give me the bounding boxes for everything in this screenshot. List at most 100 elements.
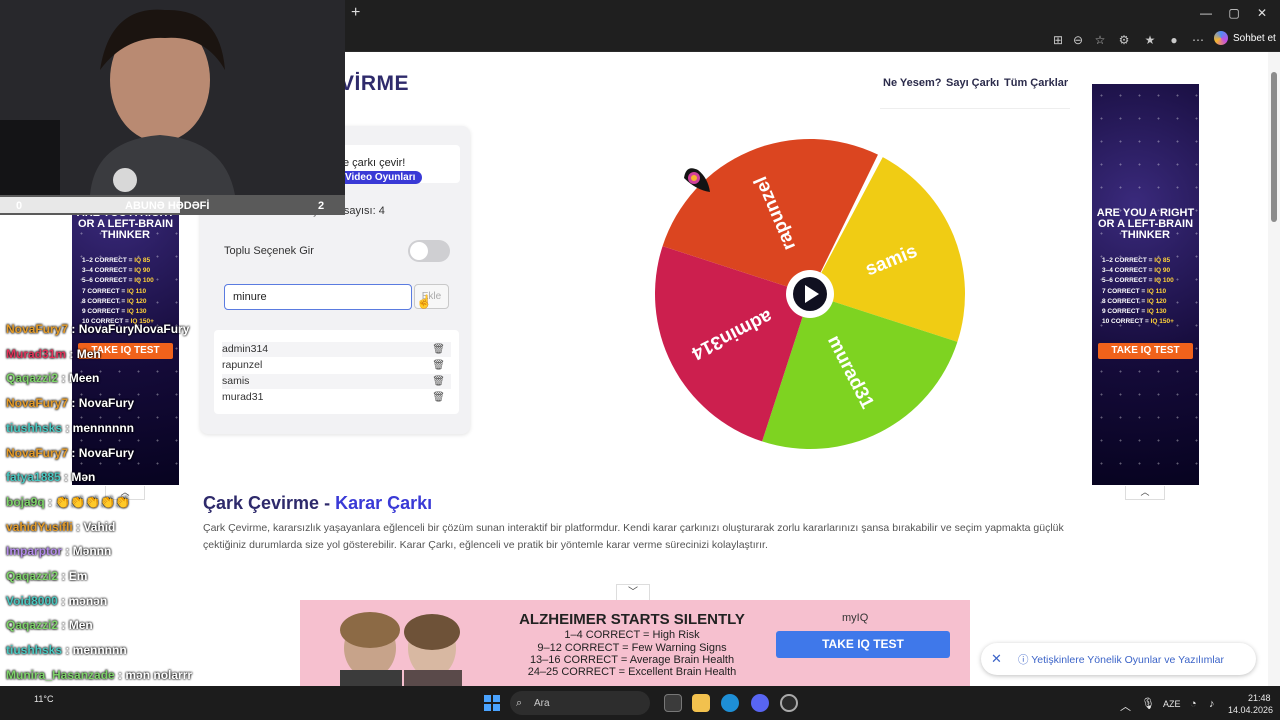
copilot-icon: [1214, 31, 1228, 45]
chat-text: : Mən: [60, 470, 96, 485]
start-button[interactable]: [484, 695, 500, 711]
chat-text: : NovaFury: [68, 445, 135, 460]
toggle-knob: [410, 242, 428, 260]
close-window-button[interactable]: ✕: [1252, 6, 1272, 20]
chat-text: : mən nolarrr: [114, 667, 193, 682]
tab-actions-icon[interactable]: ⊞: [1050, 33, 1066, 47]
ad-score-line: 1–2 CORRECT = IQ 85: [82, 257, 151, 264]
new-tab-button[interactable]: +: [351, 4, 360, 22]
microphone-icon[interactable]: 🎙: [1141, 697, 1155, 710]
chat-username: vahidYusifli: [6, 519, 73, 534]
bottom-ad-line: 1–4 CORRECT = High Risk: [564, 629, 700, 641]
video-games-badge[interactable]: Video Oyunları: [338, 171, 423, 184]
file-explorer-icon[interactable]: [692, 694, 710, 712]
nav-ne-yesem[interactable]: Ne Yesem?: [883, 77, 942, 89]
bulk-entry-label: Toplu Seçenek Gir: [224, 245, 314, 257]
chat-username: Munira_Hasanzade: [6, 667, 115, 682]
streamer-video: [0, 0, 345, 195]
clock-date[interactable]: 14.04.2026: [1228, 705, 1273, 715]
account-icon[interactable]: ●: [1166, 33, 1182, 47]
ad-score-line: 1–2 CORRECT = IQ 85: [1102, 257, 1171, 264]
tray-overflow-icon[interactable]: ︿: [1120, 698, 1131, 714]
favorites-icon[interactable]: ★: [1142, 33, 1158, 47]
chat-message: Munira_Hasanzade : mən nolarrr: [6, 668, 192, 682]
extensions-icon[interactable]: ⚙: [1116, 33, 1132, 47]
article-title-accent: Karar Çarkı: [335, 493, 433, 513]
goal-start-value: 0: [16, 200, 23, 212]
ad-cta-button[interactable]: TAKE IQ TEST: [1098, 343, 1193, 359]
option-label: murad31: [222, 391, 264, 403]
list-item: samis 🗑: [222, 374, 451, 389]
chat-username: NovaFury7: [6, 322, 69, 336]
trash-icon[interactable]: 🗑: [432, 342, 445, 357]
copilot-chat-button[interactable]: Sohbet et: [1214, 31, 1276, 45]
bottom-ad-cta-button[interactable]: TAKE IQ TEST: [776, 631, 950, 658]
trash-icon[interactable]: 🗑: [432, 358, 445, 373]
site-logo[interactable]: VİRME: [340, 72, 409, 96]
clock-time[interactable]: 21:48: [1248, 693, 1271, 703]
volume-icon[interactable]: ♪: [1209, 698, 1215, 710]
chat-username: Imparptor: [6, 544, 63, 559]
search-icon: ⌕: [516, 697, 523, 709]
article-body: Çark Çevirme, kararsızlık yaşayanlara eğ…: [203, 522, 1064, 551]
discord-icon[interactable]: [751, 694, 769, 712]
chat-message: fatya1885 : Mən: [6, 470, 95, 484]
bottom-ad-headline: ALZHEIMER STARTS SILENTLY: [519, 611, 745, 628]
notice-text[interactable]: ⓘ Yetişkinlere Yönelik Oyunlar ve Yazılı…: [1018, 652, 1224, 667]
chat-text: : mennnnn: [62, 643, 127, 658]
ad-collapse-button[interactable]: ︿: [1125, 486, 1165, 500]
scrollbar-thumb[interactable]: [1271, 72, 1277, 222]
page-scrollbar[interactable]: [1268, 52, 1280, 686]
edge-browser-icon[interactable]: [721, 694, 739, 712]
bulk-entry-toggle[interactable]: [408, 240, 450, 262]
weather-temp[interactable]: 11°C: [34, 694, 53, 704]
favorite-star-icon[interactable]: ☆: [1092, 33, 1108, 47]
chat-text: : mənən: [57, 593, 108, 608]
bottom-ad-line: 13–16 CORRECT = Average Brain Health: [529, 654, 735, 666]
chat-message: NovaFury7 : NovaFuryNovaFury: [6, 322, 189, 336]
list-item: rapunzel 🗑: [222, 358, 451, 373]
ad-score-line: 10 CORRECT = IQ 150+: [1102, 318, 1174, 326]
ad-score-list: 1–2 CORRECT = IQ 85 3–4 CORRECT = IQ 90 …: [82, 256, 154, 327]
chat-text: : NovaFuryNovaFury: [68, 322, 190, 336]
webcam-overlay: [0, 0, 345, 195]
minimize-button[interactable]: —: [1196, 6, 1216, 20]
chat-username: NovaFury7: [6, 445, 69, 460]
more-menu-icon[interactable]: ⋯: [1190, 33, 1206, 47]
ad-brand-label: myIQ: [842, 612, 869, 624]
chat-text: : 👏👏👏👏👏: [44, 494, 131, 509]
close-icon[interactable]: ✕: [991, 651, 1002, 667]
nav-tum-carklar[interactable]: Tüm Çarklar: [1004, 77, 1068, 89]
list-item: admin314 🗑: [222, 342, 451, 357]
bottom-ad-collapse-button[interactable]: ﹀: [616, 584, 650, 600]
option-input[interactable]: [224, 284, 412, 310]
read-aloud-icon[interactable]: ⊖: [1070, 33, 1086, 47]
article-title-main: Çark Çevirme -: [203, 493, 336, 513]
input-language[interactable]: AZE: [1163, 699, 1181, 709]
trash-icon[interactable]: 🗑: [432, 374, 445, 389]
chat-username: Qaqazzi2: [6, 618, 59, 633]
copilot-label: Sohbet et: [1233, 32, 1276, 44]
chat-message: Qaqazzi2 : Em: [6, 569, 87, 583]
ad-score-line: 5–6 CORRECT = IQ 100: [1102, 277, 1174, 285]
decision-wheel[interactable]: samismurad31admin314rapunzel: [650, 134, 970, 454]
side-ad-right[interactable]: ARE YOU A RIGHT OR A LEFT-BRAIN THINKER …: [1092, 84, 1199, 485]
ad-score-line: 5–6 CORRECT = IQ 100: [82, 277, 154, 285]
app-icon[interactable]: [780, 694, 798, 712]
taskbar-search[interactable]: [510, 691, 650, 715]
trash-icon[interactable]: 🗑: [432, 390, 445, 405]
chat-text: : mennnnnn: [62, 420, 135, 435]
notice-label: Yetişkinlere Yönelik Oyunlar ve Yazılıml…: [1031, 654, 1225, 666]
promo-text: e çarkı çevir!: [343, 157, 406, 169]
nav-sayi-carki[interactable]: Sayı Çarkı: [946, 77, 999, 89]
ad-title: ARE YOU A RIGHT OR A LEFT-BRAIN THINKER: [1096, 207, 1195, 241]
maximize-button[interactable]: ▢: [1224, 6, 1244, 20]
chat-message: NovaFury7 : NovaFury: [6, 396, 134, 410]
ad-score-line: 3–4 CORRECT = IQ 90: [1102, 267, 1171, 275]
ad-score-line: 8 CORRECT = IQ 120: [82, 297, 147, 305]
task-view-icon[interactable]: [664, 694, 682, 712]
option-label: rapunzel: [222, 359, 263, 371]
chat-username: Qaqazzi2: [6, 569, 59, 583]
chat-message: NovaFury7 : NovaFury: [6, 446, 134, 460]
network-icon[interactable]: ◔: [1190, 698, 1197, 710]
